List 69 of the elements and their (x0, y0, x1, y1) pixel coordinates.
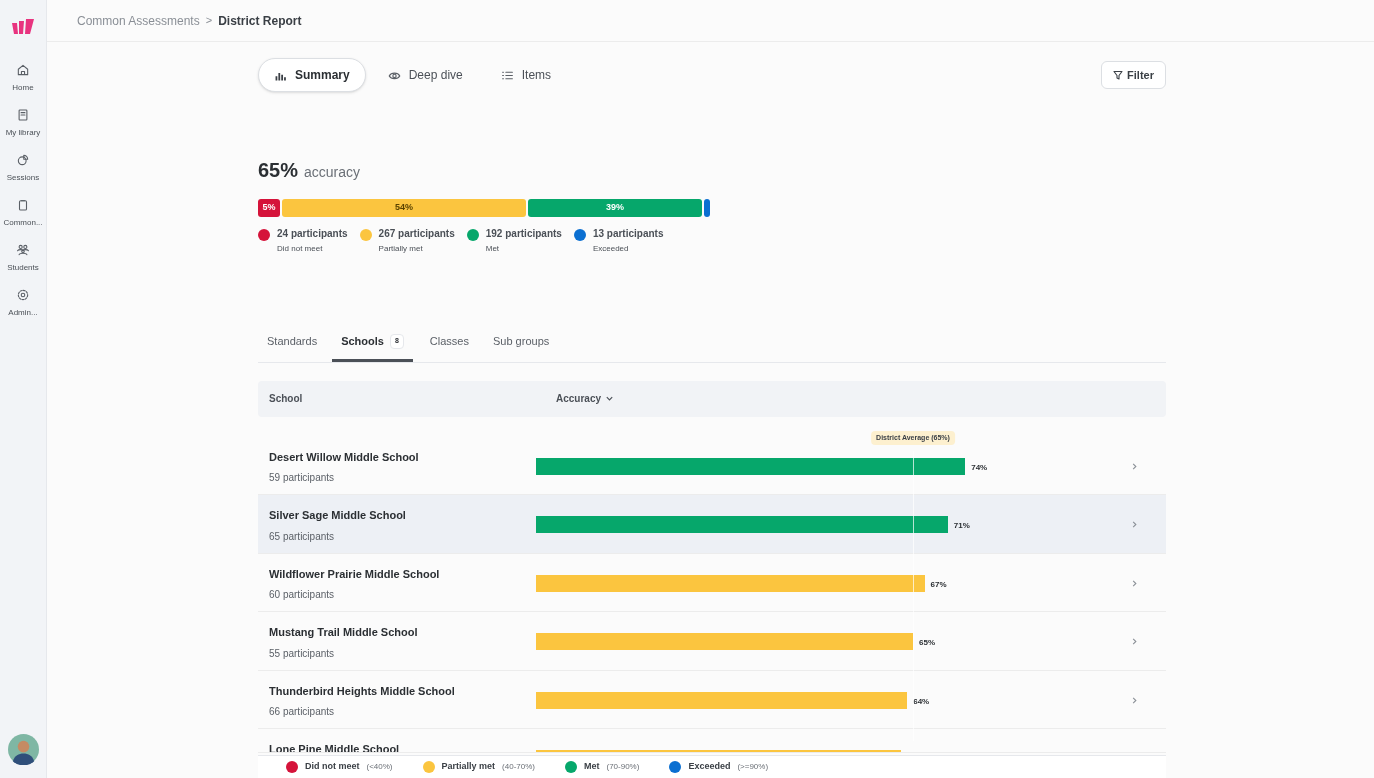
chevron-right-icon (1130, 461, 1139, 471)
avatar[interactable] (7, 734, 39, 765)
school-name: Desert Willow Middle School (269, 449, 420, 465)
category-label: Exceeded (592, 243, 630, 255)
category-label: Did not meet (277, 243, 324, 255)
school-name: Mustang Trail Middle School (269, 625, 419, 641)
sidebar-item[interactable]: Students (1, 243, 45, 274)
pie-chart-icon (16, 153, 30, 167)
school-name: Silver Sage Middle School (269, 508, 407, 524)
report-tab[interactable]: Sub groups (484, 333, 559, 362)
legend-label: Partially met (441, 760, 496, 774)
distribution-segment: 39% (528, 199, 702, 217)
participant-count: 192 participants (485, 227, 562, 241)
legend-range: (40-70%) (502, 761, 535, 773)
distribution-segment: 5% (258, 199, 280, 217)
participant-count: 24 participants (277, 227, 348, 241)
view-tab[interactable]: Summary (258, 58, 366, 92)
participant-count: 66 participants (269, 705, 336, 720)
view-tab[interactable]: Deep dive (371, 58, 479, 92)
school-name: Thunderbird Heights Middle School (269, 683, 456, 699)
legend-label: Did not meet (305, 760, 360, 774)
chevron-right-icon (1130, 695, 1139, 705)
participant-count: 13 participants (592, 227, 664, 241)
legend-range: (<40%) (366, 761, 393, 773)
home-icon (16, 63, 30, 77)
sidebar-item[interactable]: Home (1, 63, 45, 94)
accuracy-sort-button[interactable]: Accuracy (556, 391, 615, 406)
sidebar-item[interactable]: Sessions (1, 153, 45, 184)
distribution-segment: 54% (282, 199, 526, 217)
logo-icon (11, 18, 35, 35)
participant-count: 59 participants (269, 471, 336, 485)
filter-icon (1113, 70, 1124, 80)
legend-label: Met (583, 760, 600, 774)
chevron-down-icon (605, 394, 615, 403)
percentage-label: 67% (930, 578, 947, 591)
table-row[interactable]: Silver Sage Middle School 65 participants 71% (258, 495, 1166, 554)
column-header: School (269, 392, 304, 406)
category-label: Partially met (378, 243, 424, 255)
filter-button[interactable]: Filter (1101, 61, 1166, 89)
participant-count: 65 participants (269, 529, 336, 544)
clipboard-icon (16, 198, 30, 212)
report-tab[interactable]: Standards (258, 333, 327, 362)
legend-range: (>=90%) (737, 761, 769, 773)
accuracy-value: 65% (258, 158, 299, 183)
report-tab[interactable]: Classes (420, 333, 478, 362)
accuracy-label: accuracy (304, 163, 361, 182)
participant-count: 55 participants (269, 646, 336, 661)
sidebar-item[interactable]: Common... (1, 198, 45, 229)
view-tab[interactable]: Items (484, 58, 568, 92)
participant-count: 267 participants (378, 227, 455, 241)
legend-range: (70-90%) (606, 761, 640, 773)
school-name: Wildflower Prairie Middle School (269, 566, 441, 582)
category-label: Met (485, 243, 501, 255)
participant-count: 60 participants (269, 588, 336, 603)
chevron-right-icon (1130, 520, 1139, 530)
sidebar-item[interactable]: My library (1, 108, 45, 139)
breadcrumb-separator: > (205, 13, 213, 29)
percentage-label: 71% (953, 520, 970, 533)
percentage-label: 74% (971, 461, 988, 474)
breadcrumb-current: District Report (218, 12, 302, 30)
chevron-right-icon (1130, 578, 1139, 588)
book-icon (16, 108, 30, 122)
chevron-right-icon (1130, 637, 1139, 647)
percentage-label: 64% (913, 695, 930, 708)
legend-label: Exceeded (688, 760, 731, 774)
percentage-label: 65% (919, 637, 935, 650)
settings-icon (16, 288, 30, 302)
sidebar-item[interactable]: Admin... (1, 288, 45, 319)
people-icon (16, 243, 30, 257)
